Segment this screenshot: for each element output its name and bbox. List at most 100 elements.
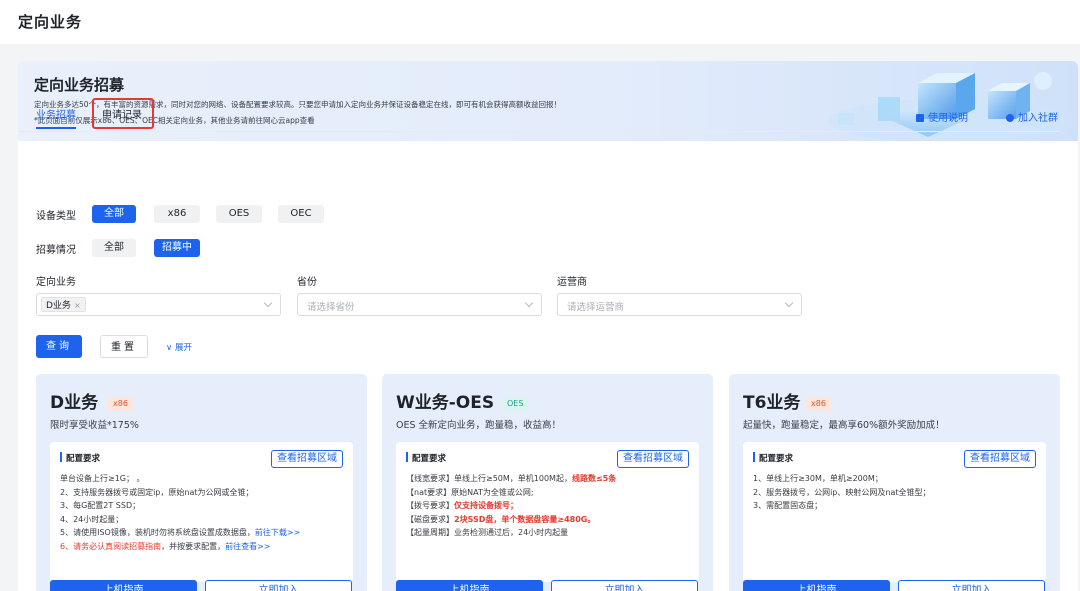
config-line: 【线宽要求】单线上行≥50M，单机100M起，线路数≤5条: [406, 472, 693, 486]
config-heading-label: 配置要求: [66, 454, 101, 464]
chevron-down-icon: [524, 298, 534, 308]
tag-close-icon[interactable]: ×: [74, 301, 81, 310]
config-text: 2、支持服务器拨号或固定ip，原始nat为公网或全锥；: [60, 487, 254, 497]
config-text: 3、需配置固态盘；: [753, 501, 823, 510]
config-text: 【nat要求】原始NAT为全锥或公网;: [406, 487, 534, 497]
config-line: 5、请使用ISO镜像，装机时勿将系统盘设置成数据盘，前往下载>>: [60, 526, 347, 540]
config-line: 2、支持服务器拨号或固定ip，原始nat为公网或全锥；: [60, 486, 347, 500]
config-text: 【线宽要求】单线上行≥50M，单机100M起，: [406, 474, 572, 483]
query-button[interactable]: 查询: [36, 335, 82, 358]
heading-marker: [60, 452, 62, 462]
config-text: 【起量周期】业务检测通过后，24小时内起量: [406, 528, 569, 537]
device-type-x86[interactable]: x86: [154, 205, 200, 223]
config-heading-label: 配置要求: [412, 454, 447, 464]
config-text: 1、单线上行≥30M，单机≥200M；: [753, 474, 883, 483]
config-heading: 配置要求: [60, 452, 100, 464]
setup-guide-button[interactable]: 上机指南: [396, 580, 543, 591]
device-type-all[interactable]: 全部: [92, 205, 136, 223]
config-line: 【nat要求】原始NAT为全锥或公网;: [406, 486, 693, 500]
config-text: 3、每G配置2T SSD；: [60, 501, 141, 510]
device-type-oes[interactable]: OES: [216, 205, 262, 223]
business-card: T6业务 x86 起量快，跑量稳定，最高享60%额外奖励加成！ 配置要求 查看招募区域 1…: [729, 374, 1060, 591]
join-now-button[interactable]: 立即加入: [898, 580, 1045, 591]
config-link[interactable]: 前往下载>>: [255, 528, 300, 537]
config-text: 2、服务器拨号，公网ip、映射公网及nat全锥型；: [753, 487, 931, 497]
help-link[interactable]: 使用说明: [916, 109, 968, 124]
help-link-label: 使用说明: [928, 113, 968, 124]
recruit-status-filter: 招募情况 全部 招募中: [36, 239, 436, 257]
community-link-label: 加入社群: [1018, 113, 1058, 124]
heading-marker: [753, 452, 755, 462]
recruit-status-label: 招募情况: [36, 245, 76, 256]
view-region-button[interactable]: 查看招募区域: [964, 450, 1036, 468]
card-title: D业务: [50, 393, 99, 413]
view-region-button[interactable]: 查看招募区域: [271, 450, 343, 468]
config-panel: 配置要求 查看招募区域 1、单线上行≥30M，单机≥200M； 2、服务器拨号，公网i…: [743, 442, 1046, 582]
carrier-select-label: 运营商: [557, 277, 587, 288]
view-region-button[interactable]: 查看招募区域: [617, 450, 689, 468]
config-text: ，并按要求配置，: [161, 541, 226, 551]
device-type-oec[interactable]: OEC: [278, 205, 324, 223]
banner-illustration: [828, 72, 1068, 141]
card-subtitle: 限时享受收益*175%: [50, 420, 139, 431]
config-heading-label: 配置要求: [759, 454, 794, 464]
province-select-label: 省份: [297, 277, 317, 288]
config-text: 4、24小时起量；: [60, 514, 124, 524]
config-text: 线路数≤5条: [571, 474, 617, 483]
join-now-button[interactable]: 立即加入: [551, 580, 698, 591]
chat-icon: [1006, 114, 1014, 122]
config-link[interactable]: 前往查看>>: [225, 542, 270, 551]
banner-note: *此页面目前仅展示x86、OES、OEC相关定向业务，其他业务请前往网心云app…: [34, 116, 315, 125]
config-line: 3、需配置固态盘；: [753, 499, 1040, 513]
config-text: 仅支持设备拨号；: [454, 501, 518, 510]
setup-guide-button[interactable]: 上机指南: [743, 580, 890, 591]
reset-button[interactable]: 重置: [100, 335, 148, 358]
carrier-select[interactable]: 请选择运营商: [557, 293, 802, 316]
card-subtitle: OES 全新定向业务，跑量稳，收益高！: [396, 420, 562, 431]
config-text: 2块SSD盘，单个数据盘容量≥480G。: [454, 514, 596, 524]
config-text: 单台设备上行≥1G； 。: [60, 474, 145, 483]
province-placeholder: 请选择省份: [307, 302, 355, 313]
business-card: D业务 x86 限时享受收益*175% 配置要求 查看招募区域单台设备上行≥1G； 。 2…: [36, 374, 367, 591]
config-line: 1、单线上行≥30M，单机≥200M；: [753, 472, 1040, 486]
config-text: 5、请使用ISO镜像，装机时勿将系统盘设置成数据盘，: [60, 528, 255, 537]
config-panel: 配置要求 查看招募区域单台设备上行≥1G； 。 2、支持服务器拨号或固定ip，原始n…: [50, 442, 353, 582]
config-line: 3、每G配置2T SSD；: [60, 499, 347, 513]
config-line: 【磁盘要求】2块SSD盘，单个数据盘容量≥480G。: [406, 513, 693, 527]
tab-records-highlight: [92, 98, 154, 129]
tab-recruit[interactable]: 业务招募: [36, 106, 76, 129]
expand-toggle[interactable]: ∨ 展开: [166, 341, 192, 353]
setup-guide-button[interactable]: 上机指南: [50, 580, 197, 591]
recruit-banner: 定向业务招募 定向业务多达50个，有丰富的资源需求，同时对您的网络、设备配置要求…: [18, 61, 1078, 141]
card-subtitle: 起量快，跑量稳定，最高享60%额外奖励加成！: [743, 420, 945, 431]
config-line: 4、24小时起量；: [60, 513, 347, 527]
province-select[interactable]: 请选择省份: [297, 293, 542, 316]
carrier-placeholder: 请选择运营商: [567, 302, 625, 313]
card-title: T6业务: [743, 393, 801, 413]
chevron-down-icon: [784, 298, 794, 308]
page-title: 定向业务: [18, 13, 83, 31]
config-lines: 【线宽要求】单线上行≥50M，单机100M起，线路数≤5条 【nat要求】原始NA…: [406, 472, 693, 540]
expand-label: 展开: [174, 343, 192, 353]
join-now-button[interactable]: 立即加入: [205, 580, 352, 591]
recruit-status-all[interactable]: 全部: [92, 239, 136, 257]
selected-tag-label: D业务: [46, 301, 71, 311]
recruit-status-open[interactable]: 招募中: [154, 239, 200, 257]
heading-marker: [406, 452, 408, 462]
config-text: 【磁盘要求】: [406, 514, 454, 524]
config-line: 【起量周期】业务检测通过后，24小时内起量: [406, 526, 693, 540]
card-badge: x86: [108, 397, 133, 411]
community-link[interactable]: 加入社群: [1006, 109, 1058, 124]
config-panel: 配置要求 查看招募区域 【线宽要求】单线上行≥50M，单机100M起，线路数≤5条【…: [396, 442, 699, 582]
device-type-filter: 设备类型 全部 x86 OES OEC: [36, 205, 436, 223]
config-line: 2、服务器拨号，公网ip、映射公网及nat全锥型；: [753, 486, 1040, 500]
card-badge: x86: [806, 397, 831, 411]
business-select[interactable]: D业务 ×: [36, 293, 281, 316]
config-lines: 单台设备上行≥1G； 。 2、支持服务器拨号或固定ip，原始nat为公网或全锥； 3…: [60, 472, 347, 553]
tab-divider: [18, 131, 1060, 132]
config-line: 6、请务必认真阅读招募指南，并按要求配置，前往查看>>: [60, 540, 347, 554]
config-text: 【拨号要求】: [406, 501, 454, 510]
business-card: W业务-OES OES OES 全新定向业务，跑量稳，收益高！ 配置要求 查看招募区域【…: [382, 374, 713, 591]
chevron-down-icon: ∨: [166, 343, 175, 353]
business-select-label: 定向业务: [36, 277, 76, 288]
